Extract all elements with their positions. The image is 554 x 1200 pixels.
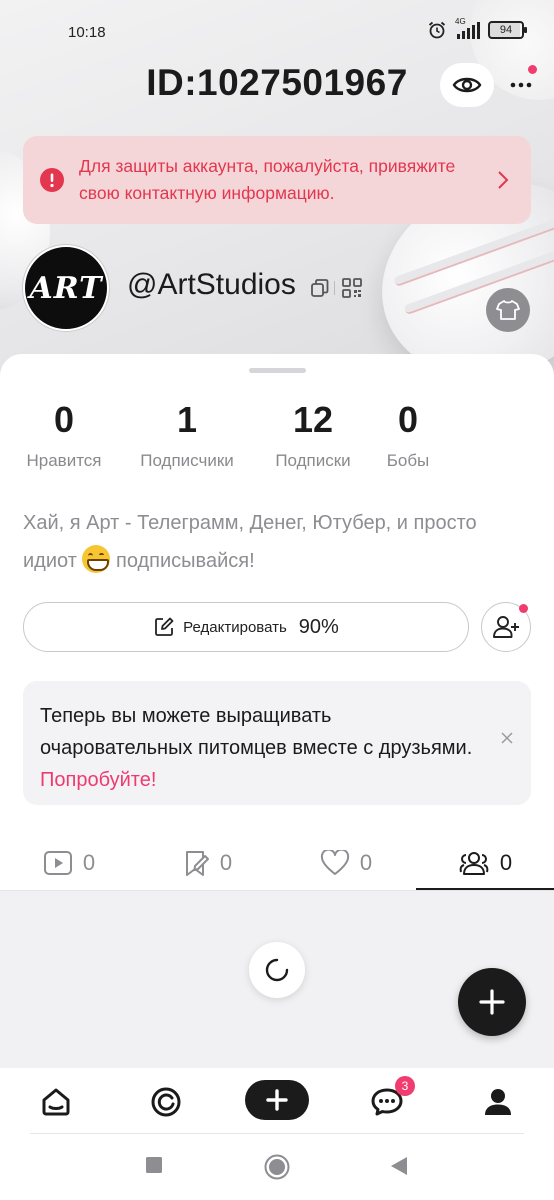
video-icon	[43, 851, 72, 875]
discover-icon	[151, 1087, 181, 1117]
warning-icon	[40, 168, 64, 192]
status-bar: 10:18 4G 94	[0, 0, 554, 64]
tab-videos[interactable]: 0	[0, 834, 138, 892]
stat-value: 0	[53, 399, 75, 440]
add-user-icon	[493, 616, 519, 638]
alarm-icon	[428, 21, 446, 39]
edit-profile-button[interactable]: Редактировать 90%	[23, 602, 469, 652]
system-navigation-bar	[0, 1134, 554, 1200]
profile-icon	[485, 1089, 511, 1115]
active-tab-indicator	[416, 888, 554, 890]
tab-count: 0	[499, 850, 513, 875]
alert-text: Для защиты аккаунта, пожалуйста, привяжи…	[79, 156, 456, 203]
status-time: 10:18	[68, 24, 106, 41]
chevron-right-icon	[498, 171, 509, 189]
pets-promo-card: Теперь вы можете выращивать очаровательн…	[23, 681, 531, 805]
more-icon	[510, 82, 532, 88]
bottom-navigation: 3	[0, 1068, 554, 1134]
edit-icon	[155, 617, 174, 636]
stat-followers[interactable]: 1 Подписчики	[133, 399, 241, 471]
notification-dot	[528, 65, 537, 74]
stat-label: Подписчики	[140, 451, 234, 470]
bind-contact-alert[interactable]: Для защиты аккаунта, пожалуйста, привяжи…	[23, 136, 531, 224]
recent-apps-icon[interactable]	[145, 1156, 163, 1174]
home-icon	[42, 1088, 70, 1116]
nav-discover[interactable]	[146, 1082, 186, 1122]
content-tabs: 0 0 0 0	[0, 834, 554, 892]
stat-label: Подписки	[275, 451, 351, 470]
more-button[interactable]	[505, 70, 537, 100]
sheet-handle[interactable]	[249, 368, 306, 373]
spinner-icon	[265, 958, 289, 982]
visitors-button[interactable]	[440, 63, 494, 107]
plus-icon	[266, 1089, 288, 1111]
stat-label: Бобы	[386, 451, 430, 470]
messages-badge: 3	[395, 1076, 415, 1096]
eye-icon	[452, 77, 482, 93]
username: @ArtStudios	[127, 268, 296, 301]
notification-dot	[519, 604, 528, 613]
outfit-button[interactable]	[486, 288, 530, 332]
qr-code-icon[interactable]	[341, 277, 363, 299]
stat-likes[interactable]: 0 Нравится	[23, 399, 105, 471]
bookmark-icon	[185, 851, 209, 876]
tab-count: 0	[219, 850, 233, 875]
avatar-logo-text: ART	[29, 270, 103, 306]
back-icon[interactable]	[389, 1155, 409, 1177]
tab-liked[interactable]: 0	[277, 834, 415, 892]
home-circle-icon[interactable]	[263, 1153, 291, 1181]
nav-profile[interactable]	[478, 1082, 518, 1122]
stat-following[interactable]: 12 Подписки	[269, 399, 357, 471]
nav-home[interactable]	[36, 1082, 76, 1122]
loading-spinner	[249, 942, 305, 998]
stat-beans[interactable]: 0 Бобы	[385, 399, 431, 471]
stat-value: 12	[292, 399, 334, 440]
grinning-emoji-icon	[82, 545, 111, 573]
divider	[334, 281, 335, 295]
signal-icon: 4G	[455, 17, 480, 39]
pets-try-link[interactable]: Попробуйте!	[40, 769, 156, 791]
bio-line-2: идиот	[23, 550, 77, 572]
tab-count: 0	[82, 850, 96, 875]
avatar[interactable]: ART	[23, 245, 109, 331]
tab-count: 0	[359, 850, 373, 875]
stat-value: 1	[176, 399, 198, 440]
plus-icon	[479, 989, 505, 1015]
create-post-fab[interactable]	[458, 968, 526, 1036]
battery-icon: 94	[488, 21, 527, 39]
pets-promo-text: Теперь вы можете выращивать очаровательн…	[40, 705, 473, 759]
tab-saved[interactable]: 0	[138, 834, 276, 892]
close-icon[interactable]	[500, 731, 514, 745]
tshirt-icon	[496, 300, 520, 320]
profile-bio: Хай, я Арт - Телеграмм, Денег, Ютубер, и…	[23, 504, 523, 580]
copy-icon[interactable]	[309, 277, 331, 299]
nav-create-button[interactable]	[245, 1080, 309, 1120]
bio-line-2-end: подписывайся!	[115, 550, 255, 572]
profile-completion-percent: 90%	[298, 615, 339, 638]
heart-icon	[320, 850, 349, 875]
stat-label: Нравится	[26, 451, 102, 470]
edit-profile-label: Редактировать	[183, 618, 287, 636]
stat-value: 0	[397, 399, 419, 440]
friends-icon	[459, 852, 489, 875]
bio-line-1: Хай, я Арт - Телеграмм, Денег, Ютубер, и…	[23, 512, 477, 534]
tab-friends[interactable]: 0	[416, 834, 554, 892]
